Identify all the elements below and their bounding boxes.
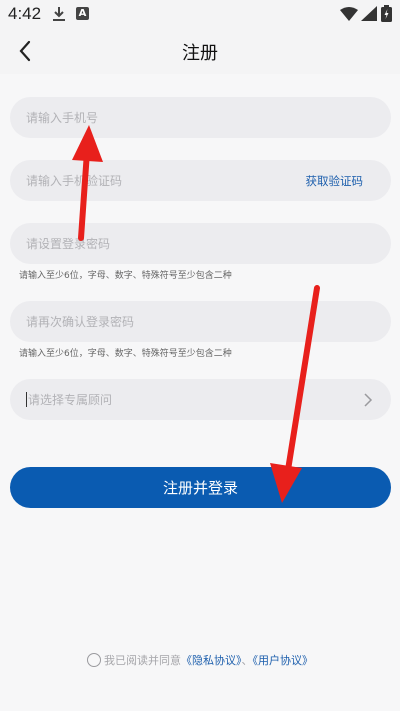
password-hint: 请输入至少6位，字母、数字、特殊符号至少包含二种 <box>19 271 232 281</box>
confirm-password-input[interactable] <box>10 301 391 342</box>
advisor-input[interactable] <box>10 379 391 420</box>
status-bar: 4:42 A <box>0 0 400 28</box>
password-field[interactable] <box>10 223 391 264</box>
user-agreement-link[interactable]: 《用户协议》 <box>253 654 314 667</box>
signal-icon <box>361 6 377 21</box>
nav-bar: 注册 <box>0 28 400 74</box>
chevron-right-icon <box>364 393 373 407</box>
agreement-separator: 、 <box>241 654 253 667</box>
status-time: 4:42 <box>8 4 42 23</box>
privacy-link[interactable]: 《隐私协议》 <box>181 654 242 667</box>
confirm-password-field[interactable] <box>10 301 391 342</box>
agreement-checkbox[interactable] <box>87 653 101 667</box>
text-caret <box>26 392 27 407</box>
download-icon <box>53 7 65 21</box>
phone-input[interactable] <box>10 97 391 138</box>
agreement-row: 我已阅读并同意《隐私协议》、《用户协议》 <box>0 652 400 668</box>
a-icon: A <box>76 7 89 20</box>
advisor-select[interactable] <box>10 379 391 420</box>
confirm-password-hint: 请输入至少6位，字母、数字、特殊符号至少包含二种 <box>19 349 232 359</box>
phone-field[interactable] <box>10 97 391 138</box>
password-input[interactable] <box>10 223 391 264</box>
get-code-button[interactable]: 获取验证码 <box>306 173 364 189</box>
battery-icon <box>381 5 392 22</box>
code-field[interactable]: 获取验证码 <box>10 160 391 201</box>
register-login-button[interactable]: 注册并登录 <box>10 467 391 508</box>
wifi-icon <box>340 7 358 21</box>
page-title: 注册 <box>182 43 218 64</box>
agreement-prefix: 我已阅读并同意 <box>104 654 181 667</box>
